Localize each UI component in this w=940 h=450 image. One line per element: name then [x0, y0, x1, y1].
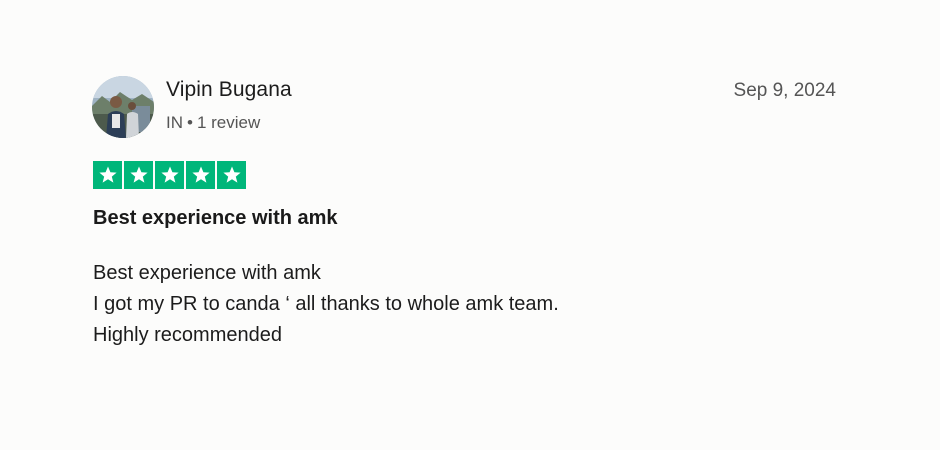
star-1 — [93, 161, 122, 189]
reviewer-name[interactable]: Vipin Bugana — [166, 78, 292, 102]
review-date: Sep 9, 2024 — [733, 80, 836, 101]
star-rating — [93, 161, 246, 189]
star-5 — [217, 161, 246, 189]
reviewer-country: IN — [166, 113, 183, 132]
meta-separator: • — [187, 113, 193, 132]
reviewer-avatar[interactable] — [92, 76, 154, 138]
star-icon — [222, 166, 241, 183]
star-2 — [124, 161, 153, 189]
review-title[interactable]: Best experience with amk — [93, 207, 338, 230]
star-icon — [129, 166, 148, 183]
reviewer-meta: IN • 1 review — [166, 113, 260, 133]
star-icon — [191, 166, 210, 183]
star-icon — [160, 166, 179, 183]
star-4 — [186, 161, 215, 189]
user-photo-avatar-icon — [92, 76, 154, 138]
star-3 — [155, 161, 184, 189]
review-body-line: Best experience with amk — [93, 262, 321, 284]
review-card: Vipin Bugana IN • 1 review Sep 9, 2024 Bes… — [0, 0, 940, 450]
star-icon — [98, 166, 117, 183]
review-body: Best experience with amk I got my PR to … — [93, 258, 559, 351]
reviewer-review-count[interactable]: 1 review — [197, 113, 260, 132]
review-body-line: Highly recommended — [93, 324, 282, 346]
review-body-line: I got my PR to canda ‘ all thanks to who… — [93, 293, 559, 315]
